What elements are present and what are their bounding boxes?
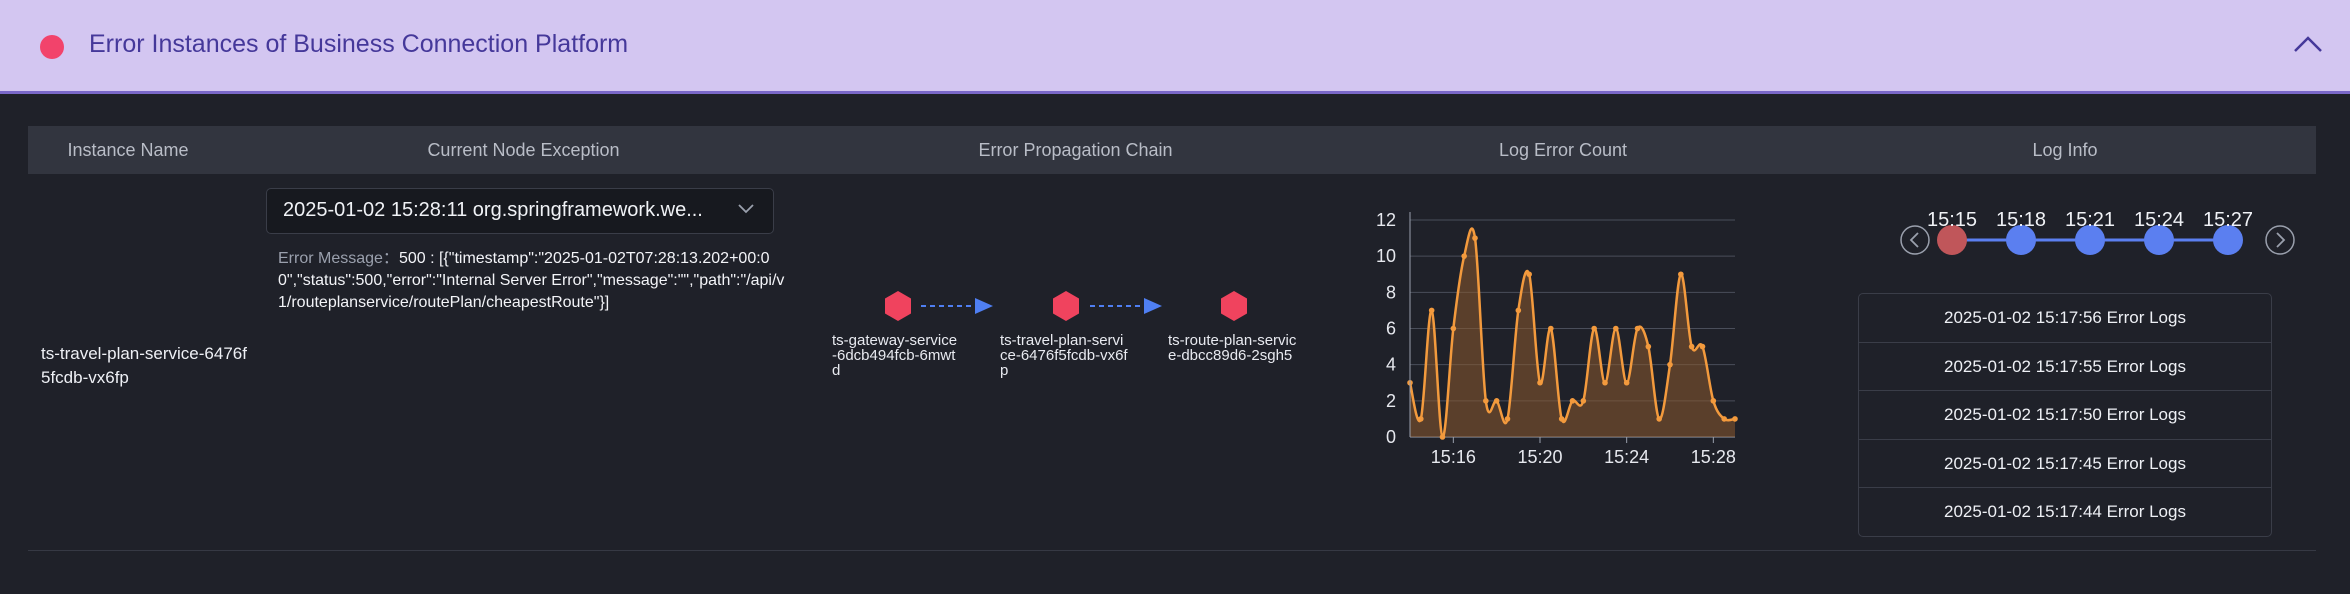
chevron-left-icon [1909,232,1919,248]
data-point [1634,325,1641,332]
chain-node-label: ts-travel-plan-service-6476f5fcdb-vx6fp [1000,332,1128,379]
data-point [1569,398,1576,404]
data-point [1580,398,1587,404]
data-point [1699,343,1706,350]
error-propagation-chain: ts-gateway-service-6dcb494fcb-6mwtd ts-t… [828,281,1348,431]
log-list-item[interactable]: 2025-01-02 15:17:56 Error Logs [1859,294,2271,343]
y-tick-label: 4 [1386,355,1396,375]
log-list-item[interactable]: 2025-01-02 15:17:55 Error Logs [1859,343,2271,392]
column-header-log-error-count: Log Error Count [1498,140,1628,160]
log-error-count-chart: 0 2 4 6 8 10 12 15:16 15:20 15:24 15:28 [1368,194,1748,534]
data-point [1732,416,1738,422]
error-instances-table: Instance Name Current Node Exception Err… [28,126,2316,552]
timeline: 15:15 15:18 15:21 15:24 15:27 [1900,209,2295,255]
data-point [1418,416,1424,422]
data-point [1526,271,1532,278]
y-tick-label: 10 [1376,246,1396,266]
data-point [1428,307,1435,314]
data-point [1602,379,1608,386]
line-chart: 0 2 4 6 8 10 12 15:16 15:20 15:24 15:28 [1376,210,1738,467]
exception-select[interactable]: 2025-01-02 15:28:11 org.springframework.… [266,188,774,234]
prev-button[interactable] [1900,225,1930,255]
data-point [1613,325,1619,332]
x-tick-label: 15:20 [1517,447,1562,467]
timeline-label: 15:21 [2065,209,2115,231]
data-point [1721,416,1727,422]
data-point [1483,398,1489,404]
chevron-down-icon [738,204,754,214]
timeline-label: 15:24 [2134,209,2184,231]
data-point [1472,235,1478,241]
x-tick-label: 15:28 [1691,447,1736,467]
column-header-current-node-exception: Current Node Exception [427,140,620,160]
data-point [1710,398,1717,404]
column-header-error-propagation-chain: Error Propagation Chain [978,140,1173,160]
chevron-right-icon [2276,232,2286,248]
data-point [1450,325,1457,332]
data-point [1558,416,1565,422]
exception-select-value: 2025-01-02 15:28:11 org.springframework.… [283,199,703,221]
y-tick-label: 8 [1386,282,1396,302]
timeline-label: 15:27 [2203,209,2253,231]
chain-node-hexagon-icon[interactable] [1221,291,1247,321]
timeline-label: 15:15 [1927,209,1977,231]
chain-node-hexagon-icon[interactable] [1053,291,1079,321]
y-tick-label: 6 [1386,319,1396,339]
log-list: 2025-01-02 15:17:56 Error Logs 2025-01-0… [1858,293,2272,537]
column-header-instance-name: Instance Name [67,140,189,160]
data-point [1461,253,1467,259]
y-tick-label: 2 [1386,391,1396,411]
log-list-item[interactable]: 2025-01-02 15:17:44 Error Logs [1859,488,2271,536]
log-list-item[interactable]: 2025-01-02 15:17:50 Error Logs [1859,391,2271,440]
data-point [1623,379,1630,386]
data-point [1439,434,1446,440]
data-point [1515,307,1522,314]
data-point [1537,379,1543,386]
status-dot-icon [40,35,64,59]
data-point [1667,361,1673,368]
chain-node-label: ts-route-plan-service-dbcc89d6-2sgh5 [1168,332,1297,364]
table-header: Instance Name Current Node Exception Err… [28,126,2316,174]
next-button[interactable] [2265,225,2295,255]
series-area [1410,228,1735,438]
timeline-label: 15:18 [1996,209,2046,231]
data-point [1591,325,1597,332]
x-tick-label: 15:16 [1431,447,1476,467]
y-tick-label: 0 [1386,427,1396,447]
column-header-log-info: Log Info [2032,140,2098,160]
data-point [1688,343,1695,350]
instance-name: ts-travel-plan-service-6476f5fcdb-vx6fp [41,344,247,387]
log-list-item[interactable]: 2025-01-02 15:17:45 Error Logs [1859,440,2271,489]
error-message-label: Error Message： [278,250,399,267]
y-tick-label: 12 [1376,210,1396,230]
data-point [1645,343,1652,350]
data-point [1548,325,1554,332]
data-point [1493,398,1500,404]
data-point [1504,416,1511,422]
data-point [1656,416,1662,422]
x-tick-label: 15:24 [1604,447,1649,467]
row-divider [28,550,2316,551]
chain-node-hexagon-icon[interactable] [885,291,911,321]
data-point [1678,271,1684,278]
chain-node-label: ts-gateway-service-6dcb494fcb-6mwtd [832,332,958,379]
error-message: Error Message：500 : [{"timestamp":"2025-… [278,248,788,314]
panel-header: Error Instances of Business Connection P… [0,0,2350,94]
chevron-up-icon[interactable] [2293,34,2323,54]
panel-title: Error Instances of Business Connection P… [89,30,629,58]
